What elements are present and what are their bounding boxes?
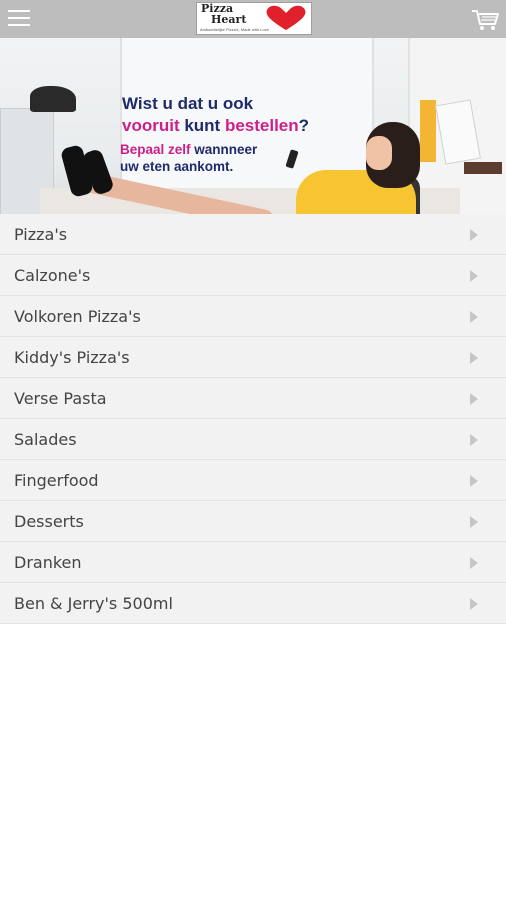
subtext-rest: wannneer — [190, 142, 258, 157]
chevron-right-icon — [470, 475, 478, 487]
headline-highlight-vooruit: vooruit — [122, 116, 180, 135]
banner-subtext: Bepaal zelf wannneer uw eten aankomt. — [120, 141, 257, 175]
category-item-volkoren-pizzas[interactable]: Volkoren Pizza's — [0, 296, 506, 337]
category-label: Kiddy's Pizza's — [14, 348, 130, 367]
category-label: Ben & Jerry's 500ml — [14, 594, 173, 613]
category-label: Desserts — [14, 512, 84, 531]
banner-binder — [420, 100, 436, 162]
banner-lamp — [30, 86, 76, 112]
chevron-right-icon — [470, 598, 478, 610]
category-item-desserts[interactable]: Desserts — [0, 501, 506, 542]
category-item-pizzas[interactable]: Pizza's — [0, 214, 506, 255]
chevron-right-icon — [470, 434, 478, 446]
category-label: Salades — [14, 430, 77, 449]
category-item-calzones[interactable]: Calzone's — [0, 255, 506, 296]
banner-books — [464, 162, 502, 174]
chevron-right-icon — [470, 557, 478, 569]
pizza-heart-logo[interactable]: Pizza Heart Ambachtelijke Pizza's, Made … — [196, 2, 312, 35]
heart-icon — [266, 5, 306, 31]
hamburger-icon[interactable] — [8, 10, 30, 27]
top-app-bar: Pizza Heart Ambachtelijke Pizza's, Made … — [0, 0, 506, 38]
logo-name: Pizza Heart — [201, 3, 246, 25]
headline-question-mark: ? — [298, 116, 310, 135]
category-label: Pizza's — [14, 225, 68, 244]
headline-text: kunt — [179, 116, 225, 135]
headline-line1: Wist u dat u ook — [122, 94, 254, 113]
banner-headline: Wist u dat u ook vooruit kunt bestellen? — [122, 93, 309, 137]
category-list: Pizza's Calzone's Volkoren Pizza's Kiddy… — [0, 214, 506, 624]
category-label: Calzone's — [14, 266, 91, 285]
category-label: Volkoren Pizza's — [14, 307, 141, 326]
logo-name-line2: Heart — [211, 13, 247, 26]
category-label: Dranken — [14, 553, 82, 572]
subtext-line2: uw eten aankomt. — [120, 159, 234, 174]
category-label: Verse Pasta — [14, 389, 107, 408]
logo-tagline: Ambachtelijke Pizza's, Made with Love — [200, 27, 269, 32]
category-item-verse-pasta[interactable]: Verse Pasta — [0, 378, 506, 419]
category-item-fingerfood[interactable]: Fingerfood — [0, 460, 506, 501]
headline-highlight-bestellen: bestellen — [224, 116, 299, 135]
promo-banner[interactable]: Wist u dat u ook vooruit kunt bestellen?… — [0, 38, 506, 214]
chevron-right-icon — [470, 516, 478, 528]
category-item-kiddys-pizzas[interactable]: Kiddy's Pizza's — [0, 337, 506, 378]
category-item-dranken[interactable]: Dranken — [0, 542, 506, 583]
chevron-right-icon — [470, 393, 478, 405]
banner-woman-face — [366, 136, 392, 170]
shopping-cart-icon[interactable] — [470, 8, 500, 32]
chevron-right-icon — [470, 229, 478, 241]
chevron-right-icon — [470, 270, 478, 282]
category-item-ben-jerrys[interactable]: Ben & Jerry's 500ml — [0, 583, 506, 624]
category-item-salades[interactable]: Salades — [0, 419, 506, 460]
category-label: Fingerfood — [14, 471, 99, 490]
chevron-right-icon — [470, 352, 478, 364]
subtext-highlight: Bepaal zelf — [120, 142, 191, 157]
chevron-right-icon — [470, 311, 478, 323]
